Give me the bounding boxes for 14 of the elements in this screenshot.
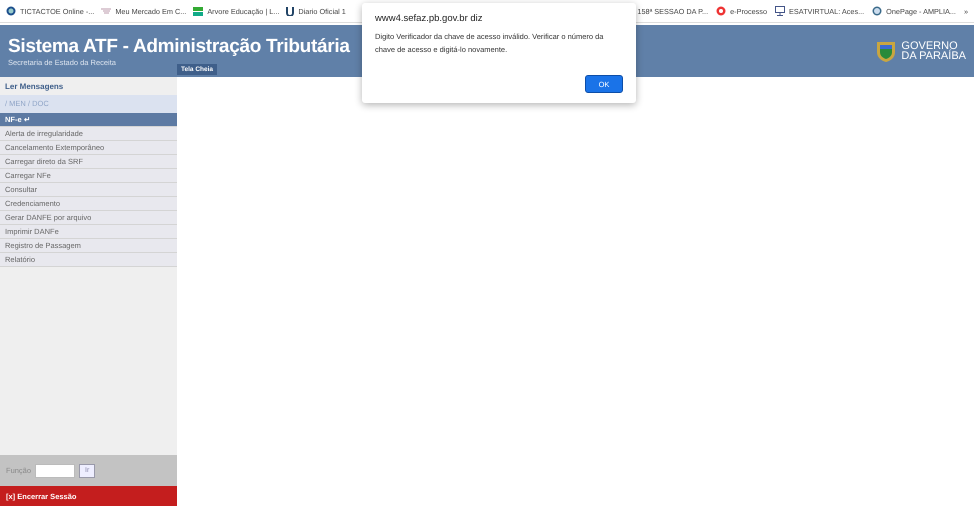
messages-link[interactable]: Ler Mensagens xyxy=(0,77,177,95)
globe-icon xyxy=(6,6,16,16)
target-icon xyxy=(716,6,726,16)
app-title: Sistema ATF - Administração Tributária xyxy=(8,36,350,58)
function-input[interactable] xyxy=(35,464,76,478)
logo-text: DA PARAÍBA xyxy=(901,51,966,61)
logo-text: GOVERNO xyxy=(901,41,958,51)
lines-icon xyxy=(101,8,112,14)
monitor-icon xyxy=(775,6,786,16)
stripes-icon xyxy=(193,6,204,16)
circle-icon xyxy=(872,6,882,16)
u-letter-icon xyxy=(286,6,294,16)
coat-of-arms-icon xyxy=(875,39,898,63)
dialog-title: www4.sefaz.pb.gov.br diz xyxy=(375,13,484,24)
